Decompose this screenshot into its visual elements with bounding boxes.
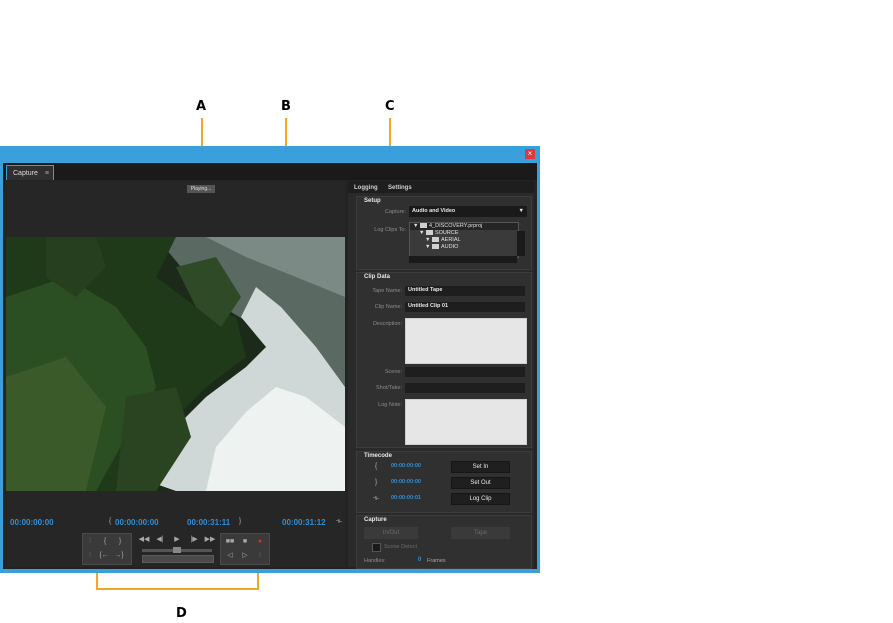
scene-detect-label: Scene Detect — [384, 544, 418, 550]
log-clip-button[interactable]: Log Clip — [451, 493, 510, 505]
scene-search-icon[interactable]: ⫶ — [255, 551, 265, 561]
panel-menu-icon[interactable]: ≡ — [45, 166, 49, 181]
playback-controls: ◀◀ ◀| ▶ |▶ ▶▶ — [136, 533, 220, 563]
handles-value[interactable]: 0 — [418, 557, 421, 563]
handles-unit: Frames — [427, 558, 446, 564]
tab-bar — [3, 163, 537, 180]
duration-timecode: 00:00:31:12 — [282, 518, 326, 527]
log-clip-timecode[interactable]: 00:00:00:01 — [391, 495, 421, 501]
tree-hscrollbar[interactable] — [409, 256, 517, 263]
set-in-timecode[interactable]: 00:00:00:00 — [391, 463, 421, 469]
tab-logging[interactable]: Logging — [354, 182, 378, 194]
capture-select[interactable]: Audio and Video ▼ — [409, 206, 527, 217]
jog-control[interactable] — [142, 555, 214, 563]
playback-status: Playing... — [187, 185, 215, 193]
in-point-timecode[interactable]: 00:00:00:00 — [115, 518, 159, 527]
log-clips-tree[interactable]: ▼ 4_DISCOVERY.prproj ▼ SOURCE ▼ AERIAL ▼… — [409, 222, 519, 258]
tab-capture[interactable]: Capture ≡ — [6, 165, 54, 180]
set-in-icon[interactable]: { — [102, 537, 108, 547]
callout-b: B — [281, 99, 291, 114]
clip-name-label: Clip Name: — [374, 304, 402, 310]
log-clips-label: Log Clips To: — [374, 227, 406, 233]
scene-label: Scene: — [384, 369, 402, 375]
current-timecode[interactable]: 00:00:00:00 — [10, 518, 54, 527]
set-in-marker-icon: { — [374, 463, 378, 470]
step-back-icon[interactable]: ◀| — [154, 535, 166, 545]
rewind-icon[interactable]: ◀◀ — [138, 535, 150, 545]
in-out-controls: { } {← →} ⫶ ⫶ — [82, 533, 132, 565]
out-point-icon: } — [238, 518, 242, 525]
shot-take-label: Shot/Take: — [376, 385, 402, 391]
set-out-timecode[interactable]: 00:00:00:00 — [391, 479, 421, 485]
set-in-button[interactable]: Set In — [451, 461, 510, 473]
pause-icon[interactable]: ■■ — [225, 537, 235, 547]
duration-icon: ⟛ — [335, 518, 343, 525]
callout-c: C — [385, 99, 395, 114]
clip-icon-bottom: ⫶ — [89, 552, 91, 559]
tape-button[interactable]: Tape — [451, 527, 510, 539]
river-footage — [6, 237, 345, 491]
tree-item-project[interactable]: ▼ 4_DISCOVERY.prproj — [410, 223, 518, 230]
video-frame — [6, 237, 345, 491]
set-out-marker-icon: } — [374, 479, 378, 486]
folder-icon — [431, 237, 439, 243]
callout-d: D — [176, 606, 187, 621]
callout-d-line-bottom — [96, 588, 259, 590]
description-field[interactable] — [405, 318, 527, 364]
tape-name-label: Tape Name: — [372, 288, 402, 294]
tape-name-field[interactable]: Untitled Tape — [405, 286, 525, 296]
shot-take-field[interactable] — [405, 383, 525, 393]
goto-in-icon[interactable]: {← — [99, 551, 109, 561]
tree-scrollbar[interactable] — [517, 231, 525, 256]
handles-label: Handles: — [364, 558, 386, 564]
clip-name-field[interactable]: Untitled Clip 01 — [405, 302, 525, 312]
play-icon[interactable]: ▶ — [171, 535, 183, 545]
next-scene-icon[interactable]: ▷ — [240, 551, 250, 561]
close-icon[interactable]: × — [525, 149, 535, 159]
tree-item-aerial[interactable]: ▼ AERIAL — [410, 237, 518, 244]
out-point-timecode[interactable]: 00:00:31:11 — [187, 518, 230, 527]
capture-select-value: Audio and Video — [412, 208, 456, 214]
log-note-field[interactable] — [405, 399, 527, 445]
folder-icon — [425, 230, 433, 236]
set-out-icon[interactable]: } — [117, 537, 123, 547]
tree-item-source[interactable]: ▼ SOURCE — [410, 230, 518, 237]
chevron-down-icon: ▼ — [518, 208, 524, 214]
tree-item-audio[interactable]: ▼ AUDIO — [410, 244, 518, 251]
stop-icon[interactable]: ■ — [240, 537, 250, 547]
record-icon[interactable]: ● — [255, 537, 265, 547]
shuttle-handle[interactable] — [173, 547, 181, 553]
step-forward-icon[interactable]: |▶ — [188, 535, 200, 545]
scene-field[interactable] — [405, 367, 525, 377]
description-label: Description: — [372, 321, 402, 327]
log-note-label: Log Note: — [378, 402, 402, 408]
in-out-button[interactable]: In/Out — [364, 527, 418, 539]
clip-data-title: Clip Data — [364, 274, 391, 280]
timecode-title: Timecode — [364, 453, 392, 459]
scene-detect-checkbox[interactable] — [372, 543, 381, 552]
clip-icon-top: ⫶ — [89, 538, 91, 545]
in-point-icon: { — [108, 518, 112, 525]
log-clip-marker-icon: ⟛ — [372, 495, 380, 502]
record-controls: ■■ ■ ● ◁ ▷ ⫶ — [220, 533, 270, 565]
folder-icon — [431, 244, 439, 250]
tab-settings[interactable]: Settings — [388, 182, 412, 194]
folder-icon — [419, 223, 427, 229]
set-out-button[interactable]: Set Out — [451, 477, 510, 489]
capture-label: Capture: — [384, 209, 406, 215]
callout-a: A — [196, 99, 207, 114]
setup-title: Setup — [364, 198, 381, 204]
capture-title: Capture — [364, 517, 387, 523]
previous-scene-icon[interactable]: ◁ — [225, 551, 235, 561]
tab-capture-label: Capture — [13, 170, 38, 177]
goto-out-icon[interactable]: →} — [114, 551, 124, 561]
fast-forward-icon[interactable]: ▶▶ — [204, 535, 216, 545]
